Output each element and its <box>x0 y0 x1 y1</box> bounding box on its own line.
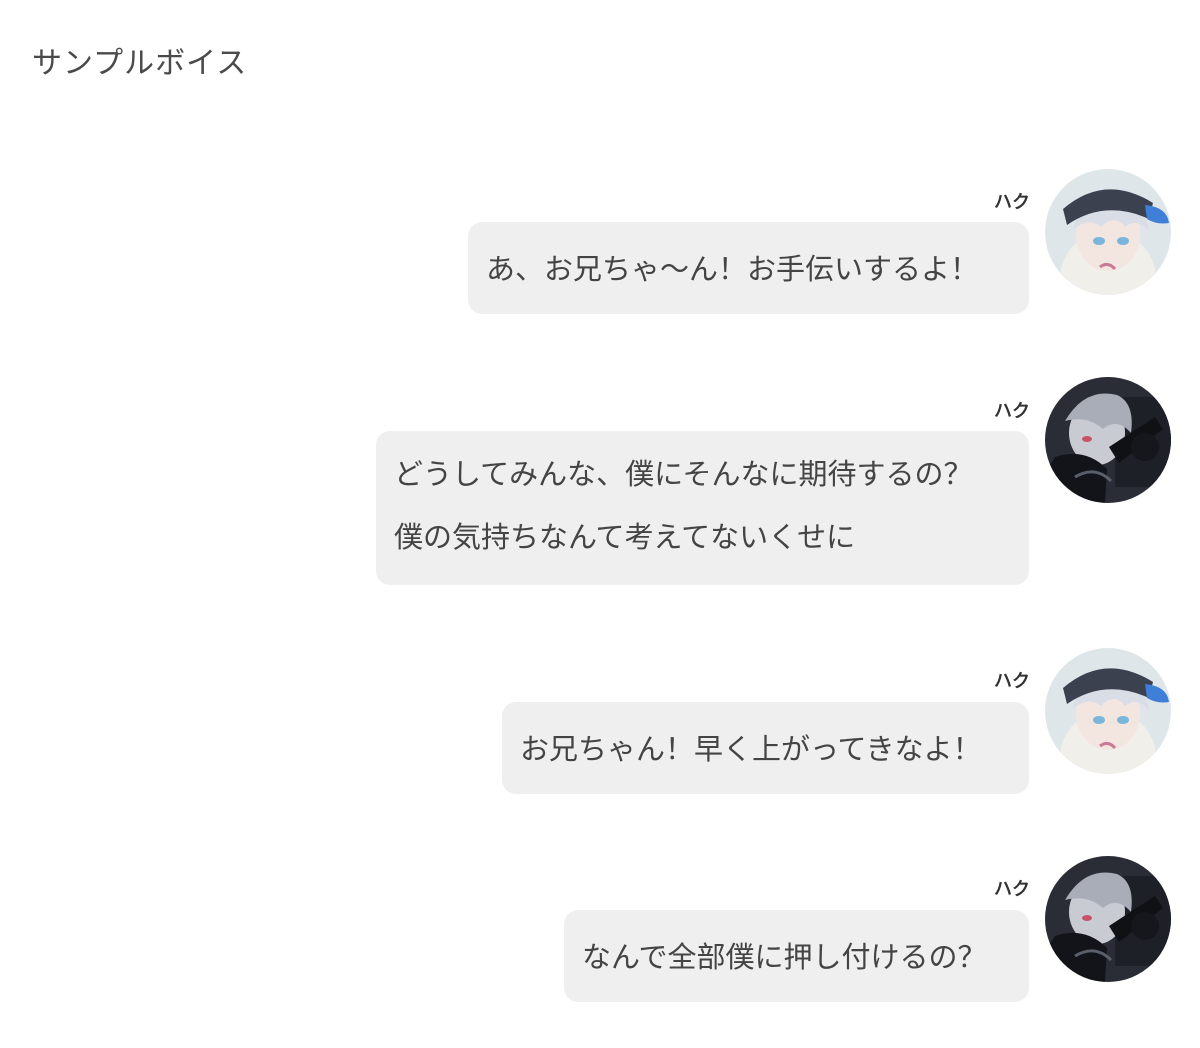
voice-bubble[interactable]: なんで全部僕に押し付けるの？ <box>564 910 1029 1002</box>
voice-line: あ、お兄ちゃ〜ん！お手伝いするよ！ <box>486 252 980 286</box>
voice-line: どうしてみんな、僕にそんなに期待するの？ <box>394 457 973 491</box>
avatar-light-icon <box>1045 169 1171 295</box>
voice-bubble[interactable]: あ、お兄ちゃ〜ん！お手伝いするよ！ <box>468 222 1029 314</box>
avatar[interactable] <box>1045 377 1171 503</box>
voice-bubble[interactable]: お兄ちゃん！早く上がってきなよ！ <box>502 702 1029 794</box>
speaker-name: ハク <box>994 401 1030 422</box>
speaker-name: ハク <box>994 879 1030 900</box>
avatar-dark-icon <box>1045 856 1171 982</box>
voice-list: ハク あ、お兄ちゃ〜ん！お手伝いするよ！ ハク どうしてみんな、僕にそんなに期待… <box>0 0 1200 1048</box>
speaker-name: ハク <box>994 671 1030 692</box>
avatar[interactable] <box>1045 856 1171 982</box>
avatar[interactable] <box>1045 648 1171 774</box>
voice-line: お兄ちゃん！早く上がってきなよ！ <box>520 732 982 766</box>
avatar[interactable] <box>1045 169 1171 295</box>
voice-line: なんで全部僕に押し付けるの？ <box>582 940 987 974</box>
avatar-dark-icon <box>1045 377 1171 503</box>
avatar-light-icon <box>1045 648 1171 774</box>
voice-line: 僕の気持ちなんて考えてないくせに <box>394 520 856 554</box>
voice-bubble[interactable]: どうしてみんな、僕にそんなに期待するの？ 僕の気持ちなんて考えてないくせに <box>376 431 1029 585</box>
speaker-name: ハク <box>994 192 1030 213</box>
